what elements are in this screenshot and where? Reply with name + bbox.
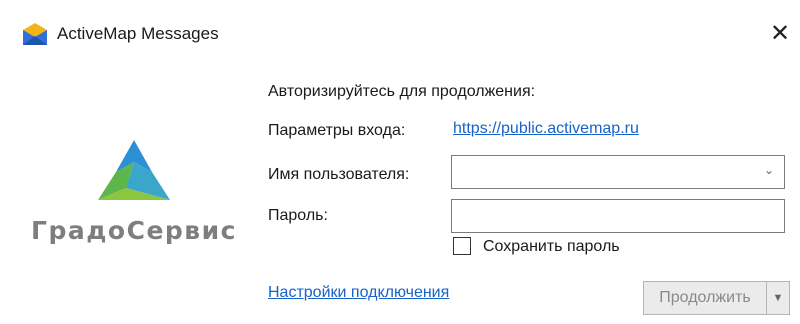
envelope-icon [22, 22, 48, 46]
login-heading: Авторизируйтесь для продолжения: [268, 83, 536, 100]
connection-settings-link[interactable]: Настройки подключения [268, 283, 449, 303]
continue-button[interactable]: Продолжить [643, 281, 767, 315]
title-bar: ActiveMap Messages ✕ [0, 0, 800, 68]
username-label: Имя пользователя: [268, 166, 410, 183]
save-password-checkbox[interactable] [453, 237, 471, 255]
logo-text: ГрадоСервис [31, 216, 237, 245]
window-title: ActiveMap Messages [57, 24, 219, 43]
continue-dropdown-button[interactable]: ▼ [766, 281, 790, 315]
close-icon[interactable]: ✕ [764, 18, 796, 50]
username-combobox[interactable]: ⌄ [451, 155, 785, 189]
password-field[interactable] [451, 199, 785, 233]
company-logo: ГрадоСервис [14, 138, 254, 258]
save-password-label[interactable]: Сохранить пароль [483, 237, 620, 257]
chevron-down-icon[interactable]: ⌄ [764, 163, 774, 177]
server-label: Параметры входа: [268, 122, 406, 139]
gradoservis-logo-icon [98, 140, 170, 200]
server-url-link[interactable]: https://public.activemap.ru [453, 119, 639, 139]
password-label: Пароль: [268, 207, 328, 224]
